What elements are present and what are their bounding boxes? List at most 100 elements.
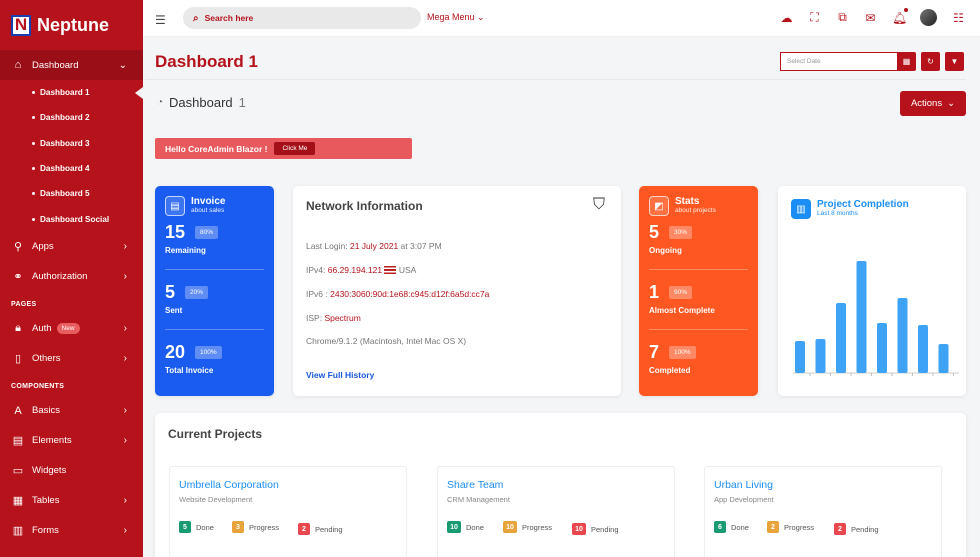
chevron-right-icon: › — [123, 435, 127, 447]
sidebar-item-tables[interactable]: ▦ Tables › — [0, 486, 143, 516]
sidebar-item-apps[interactable]: ⚲ Apps › — [0, 232, 143, 262]
chart-bar — [938, 344, 949, 373]
calendar-icon: ▦ — [902, 57, 911, 66]
stats-subtitle: about projects — [675, 207, 716, 214]
project-done-status: 5 Done — [179, 521, 214, 533]
project-card[interactable]: Share Team CRM Management 10 Done 10 Progr… — [437, 466, 675, 557]
sidebar-item-forms[interactable]: ▥ Forms › — [0, 516, 143, 546]
stats-ongoing-pct: 30% — [669, 226, 693, 239]
mail-icon[interactable]: ✉ — [864, 11, 877, 25]
sidebar-item-label: Auth — [32, 323, 52, 335]
stats-almost-pct: 90% — [669, 286, 693, 299]
sidebar-item-label: Forms — [32, 525, 59, 537]
settings-sliders-icon[interactable]: ☷ — [952, 11, 965, 25]
invoice-row: 5 20% Sent — [165, 282, 264, 330]
invoice-sent-label: Sent — [165, 306, 183, 315]
stats-completed-label: Completed — [649, 366, 691, 375]
brand-name: Neptune — [37, 14, 109, 35]
chevron-down-icon: ⌄ — [947, 98, 956, 109]
sidebar-subitem-dashboard-2[interactable]: Dashboard 2 — [0, 105, 143, 130]
list-icon: ▤ — [12, 435, 24, 448]
pending-label: Pending — [851, 524, 879, 534]
section-heading-num: 1 — [238, 95, 246, 110]
ipv6-label: IPv6 : — [306, 289, 328, 299]
project-done-status: 10 Done — [447, 521, 484, 533]
hello-banner: Hello CoreAdmin Blazor ! Click Me — [155, 138, 412, 159]
progress-count: 2 — [767, 521, 779, 533]
section-heading: ◔ Dashboard 1 — [157, 95, 246, 110]
invoice-remaining-label: Remaining — [165, 246, 206, 255]
invoice-total-pct: 100% — [195, 346, 222, 359]
current-projects-card: Current Projects Umbrella Corporation We… — [155, 413, 966, 557]
bell-icon[interactable]: 🔔︎ — [892, 6, 909, 25]
network-card: Network Information ⛉ Last Login: 21 Jul… — [293, 186, 621, 396]
sidebar-item-others[interactable]: ▯ Others › — [0, 344, 143, 374]
invoice-row: 15 80% Remaining — [165, 222, 264, 270]
stats-row: 1 90% Almost Complete — [649, 282, 748, 330]
sidebar-item-widgets[interactable]: ▭ Widgets — [0, 456, 143, 486]
section-label-pages: PAGES — [11, 300, 37, 308]
invoice-sent-pct: 20% — [185, 286, 209, 299]
stats-almost-label: Almost Complete — [649, 306, 715, 315]
stats-completed-pct: 100% — [669, 346, 696, 359]
fullscreen-icon[interactable]: ⛶ — [808, 10, 821, 25]
menu-icon[interactable]: ☰ — [155, 13, 166, 27]
date-picker-input[interactable]: Select Date — [780, 52, 898, 71]
sidebar-subitem-dashboard-4[interactable]: Dashboard 4 — [0, 156, 143, 181]
project-name[interactable]: Umbrella Corporation — [179, 479, 279, 491]
project-pending-status: 10 Pending — [572, 523, 619, 535]
project-name[interactable]: Share Team — [447, 479, 503, 491]
network-title: Network Information — [306, 199, 423, 213]
calendar-button[interactable]: ▦ — [897, 52, 916, 71]
sidebar-subitem-dashboard-1[interactable]: Dashboard 1 — [0, 80, 143, 105]
project-card[interactable]: Umbrella Corporation Website Development… — [169, 466, 407, 557]
monitor-icon: ▭ — [12, 465, 24, 478]
pending-count: 10 — [572, 523, 586, 535]
sidebar-item-auth[interactable]: 🔒︎ Auth New › — [0, 314, 143, 344]
form-icon: ▥ — [12, 525, 24, 538]
stats-ongoing-count: 5 — [649, 222, 660, 242]
mega-menu-dropdown[interactable]: Mega Menu ⌄ — [427, 12, 485, 23]
invoice-remaining-pct: 80% — [195, 226, 219, 239]
hello-text: Hello CoreAdmin Blazor ! — [165, 143, 268, 154]
stats-row: 7 100% Completed — [649, 342, 748, 390]
current-projects-title: Current Projects — [168, 427, 263, 441]
invoice-row: 20 100% Total Invoice — [165, 342, 264, 390]
pending-count: 2 — [834, 523, 846, 535]
sidebar-item-elements[interactable]: ▤ Elements › — [0, 426, 143, 456]
sidebar-subitem-dashboard-5[interactable]: Dashboard 5 — [0, 181, 143, 206]
done-count: 10 — [447, 521, 461, 533]
cloud-icon[interactable]: ☁ — [780, 11, 793, 25]
search-placeholder: Search here — [204, 13, 254, 23]
avatar[interactable] — [920, 9, 937, 26]
brand[interactable]: N Neptune — [0, 0, 143, 50]
ipv4-label: IPv4: — [306, 265, 326, 275]
refresh-button[interactable]: ↻ — [921, 52, 940, 71]
translate-icon[interactable]: ⧉ — [836, 10, 849, 25]
notification-dot — [903, 6, 909, 13]
progress-label: Progress — [784, 522, 815, 532]
ipv4-value: 66.29.194.121 — [327, 265, 383, 275]
sidebar-item-dashboard[interactable]: ⌂ Dashboard ⌄ — [0, 50, 143, 80]
done-count: 6 — [714, 521, 726, 533]
project-name[interactable]: Urban Living — [714, 479, 773, 491]
project-type: Website Development — [179, 495, 253, 504]
sidebar-item-label: Tables — [32, 495, 60, 507]
section-label-components: COMPONENTS — [11, 382, 65, 390]
view-full-history-link[interactable]: View Full History — [306, 370, 374, 380]
sidebar-item-authorization[interactable]: ⚭ Authorization › — [0, 262, 143, 292]
sidebar-subitem-dashboard-social[interactable]: Dashboard Social — [0, 206, 143, 231]
progress-count: 10 — [503, 521, 517, 533]
chart-bar — [795, 341, 805, 373]
filter-button[interactable]: ▼ — [945, 52, 964, 71]
project-card[interactable]: Urban Living App Development 6 Done 2 Prog… — [704, 466, 942, 557]
chart-bar — [856, 261, 867, 373]
sidebar-subitem-dashboard-3[interactable]: Dashboard 3 — [0, 131, 143, 156]
search-input[interactable]: ⌕ Search here — [183, 7, 421, 29]
done-label: Done — [466, 522, 484, 532]
refresh-icon: ↻ — [927, 57, 934, 66]
page-title: Dashboard 1 — [155, 52, 258, 71]
sidebar-item-basics[interactable]: A Basics › — [0, 396, 143, 426]
actions-button[interactable]: Actions ⌄ — [900, 91, 966, 116]
click-me-button[interactable]: Click Me — [274, 142, 316, 155]
